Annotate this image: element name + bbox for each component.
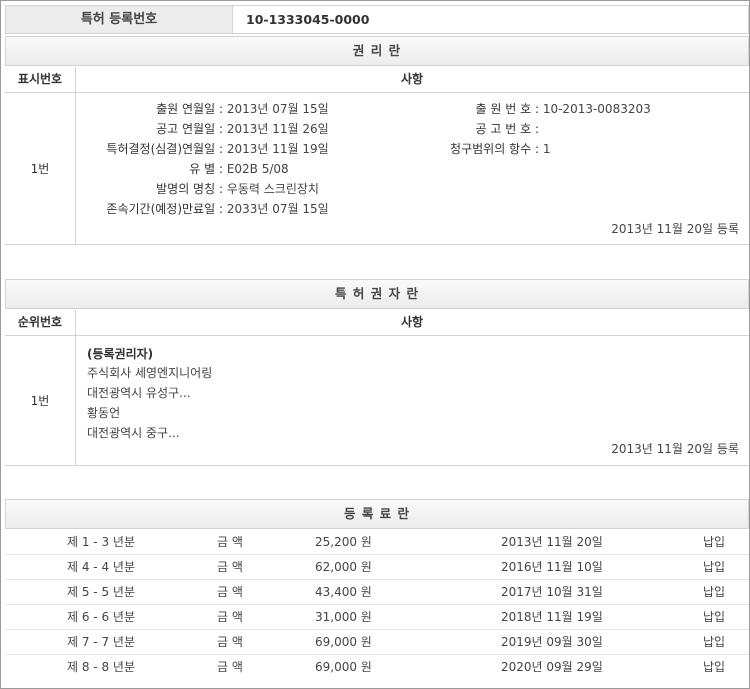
rights-section-title: 권 리 란 — [5, 36, 749, 66]
fee-paid-date: 2019년 09월 30일 — [501, 635, 603, 649]
fee-row: 제 7 - 7 년분 금 액 69,000 원 2019년 09월 30일 납입 — [5, 630, 749, 655]
registration-header: 특허 등록번호 10-1333045-0000 — [5, 5, 749, 34]
rights-field: 특허결정(심결)연월일 : 2013년 11월 19일 — [85, 139, 329, 159]
rights-col-item: 사항 — [400, 72, 424, 86]
holders-row: 1번 (등록권리자) 주식회사 세영엔지니어링 대전광역시 유성구... 황동언… — [5, 336, 749, 466]
field-key: 특허결정(심결)연월일 : — [106, 142, 223, 156]
fee-status: 납입 — [703, 610, 726, 624]
fee-period: 제 4 - 4 년분 — [67, 560, 135, 574]
fee-status: 납입 — [703, 535, 726, 549]
field-key: 출 원 번 호 : — [475, 102, 539, 116]
field-value: 우동력 스크린장치 — [226, 182, 319, 196]
field-key: 유 별 : — [189, 162, 223, 176]
fee-paid-date: 2017년 10월 31일 — [501, 585, 603, 599]
fee-status: 납입 — [703, 560, 726, 574]
field-value: 2033년 07월 15일 — [226, 202, 329, 216]
fee-label: 금 액 — [217, 610, 243, 624]
holder-line: 주식회사 세영엔지니어링 — [87, 366, 213, 380]
field-key: 공고 연월일 : — [156, 122, 223, 136]
fee-amount: 43,400 원 — [315, 585, 372, 599]
registration-number-label: 특허 등록번호 — [6, 6, 233, 33]
fee-label: 금 액 — [217, 535, 243, 549]
rights-field: 출 원 번 호 : 10-2013-0083203 — [425, 99, 651, 119]
rights-field: 공고 연월일 : 2013년 11월 26일 — [85, 119, 329, 139]
rights-field: 발명의 명칭 : 우동력 스크린장치 — [85, 179, 319, 199]
fee-label: 금 액 — [217, 660, 243, 674]
fee-label: 금 액 — [217, 560, 243, 574]
field-key: 공 고 번 호 : — [475, 122, 539, 136]
rights-field: 청구범위의 항수 : 1 — [425, 139, 550, 159]
registration-number-value: 10-1333045-0000 — [246, 12, 370, 27]
fee-paid-date: 2018년 11월 19일 — [501, 610, 603, 624]
holders-col-rank: 순위번호 — [5, 310, 76, 335]
rights-field: 출원 연월일 : 2013년 07월 15일 — [85, 99, 329, 119]
fee-amount: 62,000 원 — [315, 560, 372, 574]
fee-period: 제 8 - 8 년분 — [67, 660, 135, 674]
registration-stamp: 2013년 11월 20일 등록 — [611, 222, 739, 236]
fee-status: 납입 — [703, 660, 726, 674]
fee-status: 납입 — [703, 585, 726, 599]
fee-period: 제 7 - 7 년분 — [67, 635, 135, 649]
registry-frame: 특허 등록번호 10-1333045-0000 권 리 란 표시번호 사항 1번… — [0, 0, 750, 689]
rights-row: 1번 출원 연월일 : 2013년 07월 15일 공고 연월일 : 2013년… — [5, 93, 749, 245]
fee-paid-date: 2016년 11월 10일 — [501, 560, 603, 574]
field-value: 2013년 07월 15일 — [226, 102, 329, 116]
fee-period: 제 6 - 6 년분 — [67, 610, 135, 624]
holders-column-header: 순위번호 사항 — [5, 310, 749, 336]
fee-amount: 69,000 원 — [315, 660, 372, 674]
field-key: 출원 연월일 : — [156, 102, 223, 116]
rights-col-number: 표시번호 — [5, 67, 76, 92]
fee-status: 납입 — [703, 635, 726, 649]
fee-period: 제 5 - 5 년분 — [67, 585, 135, 599]
rights-field: 공 고 번 호 : — [425, 119, 539, 139]
rights-row-number: 1번 — [5, 93, 76, 244]
holders-section-title: 특 허 권 자 란 — [5, 279, 749, 309]
fee-amount: 31,000 원 — [315, 610, 372, 624]
fee-row: 제 1 - 3 년분 금 액 25,200 원 2013년 11월 20일 납입 — [5, 530, 749, 555]
fee-amount: 69,000 원 — [315, 635, 372, 649]
field-key: 발명의 명칭 : — [156, 182, 223, 196]
fee-label: 금 액 — [217, 585, 243, 599]
rights-column-header: 표시번호 사항 — [5, 67, 749, 93]
fee-row: 제 6 - 6 년분 금 액 31,000 원 2018년 11월 19일 납입 — [5, 605, 749, 630]
fee-paid-date: 2020년 09월 29일 — [501, 660, 603, 674]
rights-field: 유 별 : E02B 5/08 — [85, 159, 289, 179]
rights-field: 존속기간(예정)만료일 : 2033년 07월 15일 — [85, 199, 329, 219]
fees-section-title: 등 록 료 란 — [5, 499, 749, 529]
field-key: 존속기간(예정)만료일 : — [106, 202, 223, 216]
holders-row-number: 1번 — [5, 336, 76, 465]
fee-row: 제 5 - 5 년분 금 액 43,400 원 2017년 10월 31일 납입 — [5, 580, 749, 605]
fee-label: 금 액 — [217, 635, 243, 649]
holder-registration-stamp: 2013년 11월 20일 등록 — [611, 442, 739, 456]
fee-period: 제 1 - 3 년분 — [67, 535, 135, 549]
fee-amount: 25,200 원 — [315, 535, 372, 549]
holder-line: 대전광역시 유성구... — [87, 386, 191, 400]
fee-row: 제 4 - 4 년분 금 액 62,000 원 2016년 11월 10일 납입 — [5, 555, 749, 580]
field-value: 2013년 11월 26일 — [226, 122, 329, 136]
fee-row: 제 8 - 8 년분 금 액 69,000 원 2020년 09월 29일 납입 — [5, 655, 749, 680]
field-value: 1 — [542, 142, 551, 156]
field-key: 청구범위의 항수 : — [450, 142, 539, 156]
holder-line: 황동언 — [87, 406, 121, 420]
field-value: 2013년 11월 19일 — [226, 142, 329, 156]
holder-heading: (등록권리자) — [87, 347, 154, 361]
field-value: E02B 5/08 — [226, 162, 289, 176]
holders-col-item: 사항 — [400, 315, 424, 329]
field-value: 10-2013-0083203 — [542, 102, 651, 116]
holder-line: 대전광역시 중구... — [87, 426, 180, 440]
fee-paid-date: 2013년 11월 20일 — [501, 535, 603, 549]
